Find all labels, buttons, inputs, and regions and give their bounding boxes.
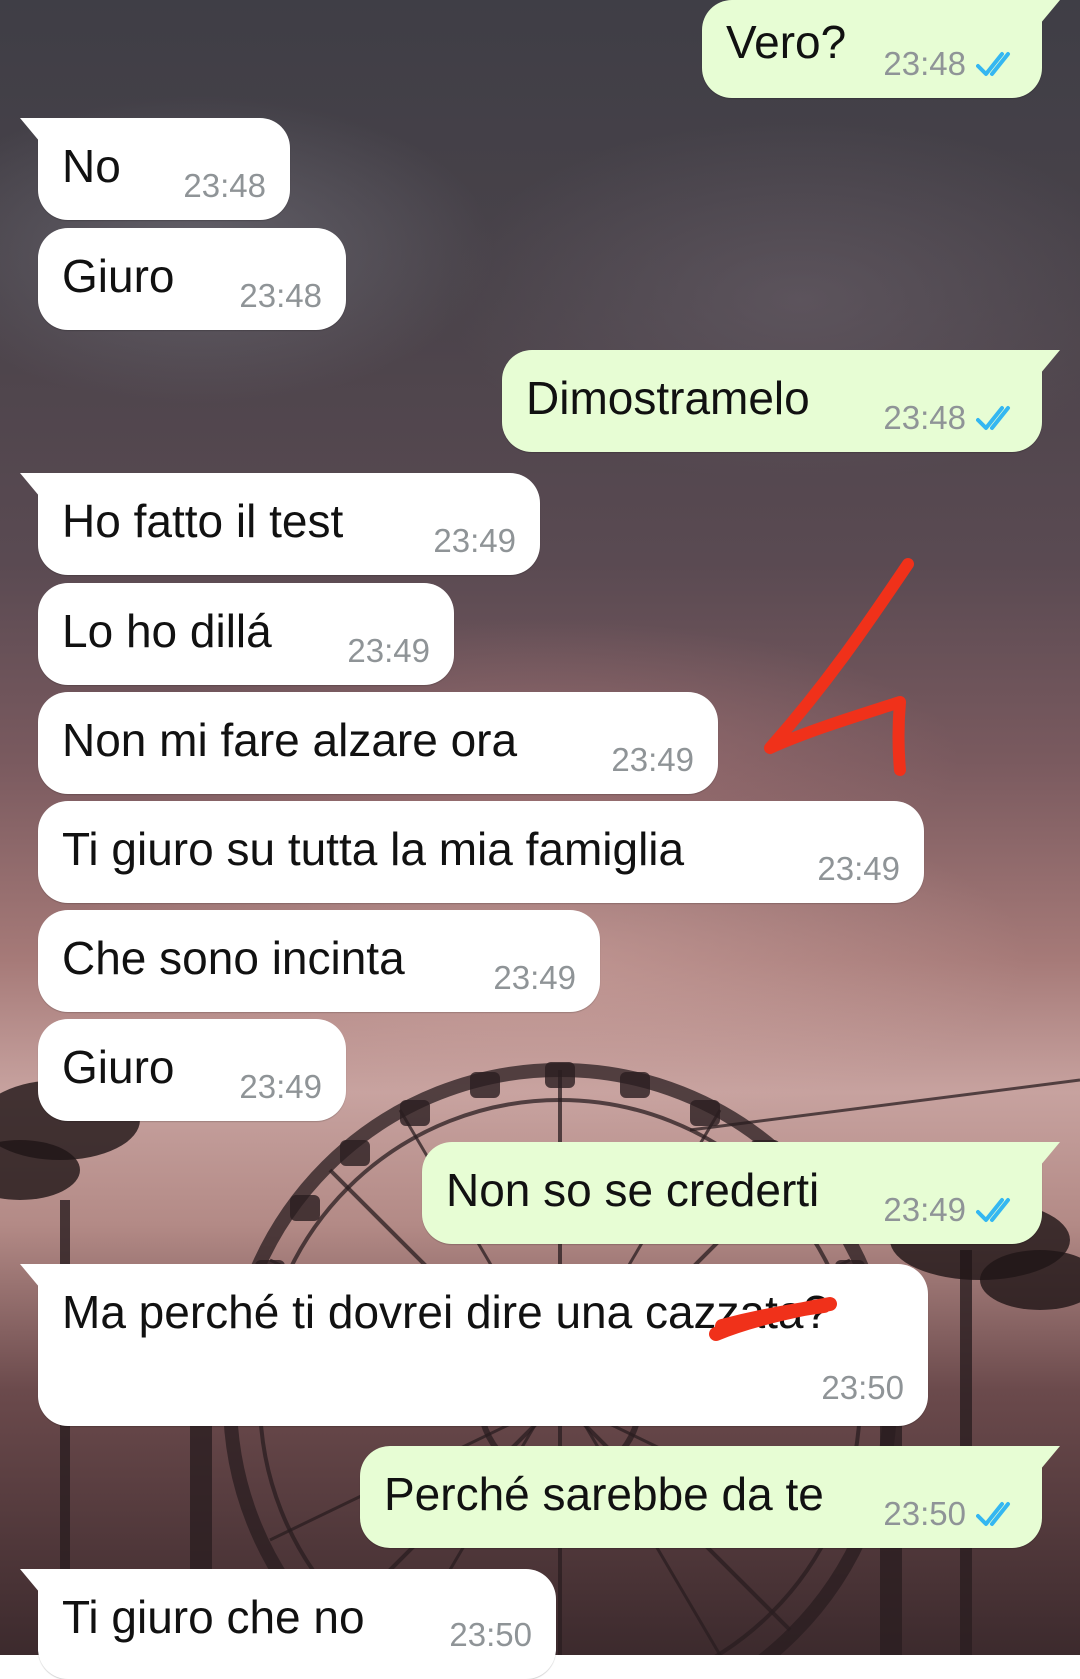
message-text: Giuro xyxy=(62,250,175,302)
message-timestamp: 23:48 xyxy=(239,277,322,314)
double-check-icon xyxy=(976,406,1010,430)
message-text: Non mi fare alzare ora xyxy=(62,714,518,766)
message-text: Giuro xyxy=(62,1041,175,1093)
message-timestamp: 23:49 xyxy=(347,632,430,669)
double-check-icon xyxy=(976,52,1010,76)
message-bubble-incoming[interactable]: Ti giuro che no 23:50 xyxy=(20,1569,556,1679)
message-bubble-incoming[interactable]: Ti giuro su tutta la mia famiglia 23:49 xyxy=(38,801,924,903)
message-text: Ti giuro su tutta la mia famiglia xyxy=(62,823,685,875)
message-bubble-outgoing[interactable]: Vero? 23:48 xyxy=(702,0,1060,98)
message-text: Dimostramelo xyxy=(526,372,810,424)
message-text: Ho fatto il test xyxy=(62,495,344,547)
message-text: Vero? xyxy=(726,16,847,68)
message-bubble-incoming[interactable]: Non mi fare alzare ora 23:49 xyxy=(38,692,718,794)
message-timestamp: 23:50 xyxy=(883,1495,966,1532)
message-text: Perché sarebbe da te xyxy=(384,1468,824,1520)
message-timestamp: 23:49 xyxy=(433,522,516,559)
message-timestamp: 23:49 xyxy=(239,1068,322,1105)
message-bubble-incoming[interactable]: No 23:48 xyxy=(20,118,290,220)
message-timestamp: 23:49 xyxy=(493,959,576,996)
message-timestamp: 23:49 xyxy=(817,850,900,887)
bubble-tail xyxy=(1040,1446,1060,1470)
message-text: Che sono incinta xyxy=(62,932,405,984)
message-bubble-incoming[interactable]: Ma perché ti dovrei dire una cazzata? 23… xyxy=(20,1264,928,1426)
double-check-icon xyxy=(976,1198,1010,1222)
message-bubble-incoming[interactable]: Ho fatto il test 23:49 xyxy=(20,473,540,575)
bubble-tail xyxy=(20,118,40,142)
message-bubble-outgoing[interactable]: Non so se crederti 23:49 xyxy=(422,1142,1060,1244)
message-text: Ma perché ti dovrei dire una cazzata? xyxy=(62,1286,830,1338)
bubble-tail xyxy=(1040,1142,1060,1166)
message-bubble-incoming[interactable]: Lo ho dillá 23:49 xyxy=(38,583,454,685)
bubble-tail xyxy=(20,1264,40,1288)
message-bubble-outgoing[interactable]: Perché sarebbe da te 23:50 xyxy=(360,1446,1060,1548)
double-check-icon xyxy=(976,1502,1010,1526)
message-text: Lo ho dillá xyxy=(62,605,272,657)
message-timestamp: 23:48 xyxy=(183,167,266,204)
message-timestamp: 23:49 xyxy=(883,1191,966,1228)
message-timestamp: 23:50 xyxy=(821,1369,904,1406)
message-timestamp: 23:48 xyxy=(883,45,966,82)
message-timestamp: 23:49 xyxy=(611,741,694,778)
message-timestamp: 23:50 xyxy=(449,1616,532,1653)
message-bubble-outgoing[interactable]: Dimostramelo 23:48 xyxy=(502,350,1060,452)
message-bubble-incoming[interactable]: Giuro 23:49 xyxy=(38,1019,346,1121)
bubble-tail xyxy=(1040,350,1060,374)
message-text: Non so se crederti xyxy=(446,1164,820,1216)
message-timestamp: 23:48 xyxy=(883,399,966,436)
bubble-tail xyxy=(20,1569,40,1593)
message-bubble-incoming[interactable]: Che sono incinta 23:49 xyxy=(38,910,600,1012)
message-bubble-incoming[interactable]: Giuro 23:48 xyxy=(38,228,346,330)
message-text: Ti giuro che no xyxy=(62,1591,365,1643)
bubble-tail xyxy=(1040,0,1060,24)
bubble-tail xyxy=(20,473,40,497)
message-text: No xyxy=(62,140,121,192)
